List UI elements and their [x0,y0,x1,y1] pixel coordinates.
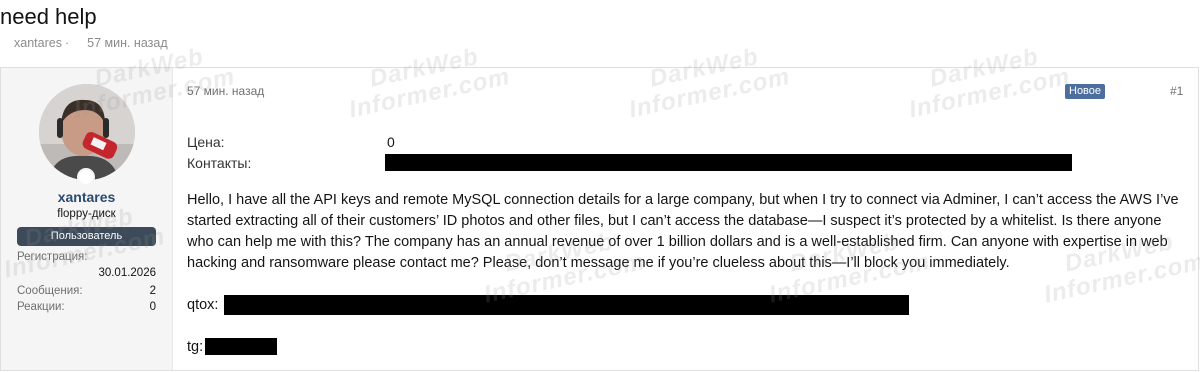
username-link[interactable]: xantares [1,189,172,205]
online-status-icon [77,168,95,186]
contacts-redaction [385,154,1072,171]
stat-messages-value[interactable]: 2 [150,285,156,297]
thread-meta: xantares · 57 мин. назад [14,36,168,50]
price-label: Цена: [187,134,225,150]
thread-time-link[interactable]: 57 мин. назад [87,36,168,50]
thread-header: need help xantares · 57 мин. назад [0,0,1200,60]
thread-author-link[interactable]: xantares [14,36,62,50]
post-number-link[interactable]: #1 [1170,84,1183,98]
post: xantares floppy-диск Пользователь Регист… [0,67,1199,371]
post-date-link[interactable]: 57 мин. назад [187,84,264,98]
post-user-sidebar: xantares floppy-диск Пользователь Регист… [1,68,173,370]
stat-reactions: Реакции: 0 [17,301,156,317]
stat-reactions-label: Реакции: [17,301,65,313]
price-value: 0 [387,134,395,150]
stat-registration-label: Регистрация: [17,251,88,263]
page-title: need help [0,4,97,29]
new-badge: Новое [1065,84,1106,99]
user-banner: Пользователь [17,227,156,246]
stat-registration-value: 30.01.2026 [98,267,156,279]
stat-messages: Сообщения: 2 [17,285,156,301]
meta-separator: · [64,36,70,50]
tg-label: tg: [187,339,204,355]
qtox-label: qtox: [187,297,219,313]
user-stats: Регистрация: 30.01.2026 Сообщения: 2 Реа… [17,251,156,317]
post-body-text: Hello, I have all the API keys and remot… [187,192,1179,271]
tg-redaction [205,338,277,355]
post-main: 57 мин. назад Новое #1 Цена: 0 Контакты:… [173,68,1198,370]
contacts-label: Контакты: [187,155,252,171]
qtox-redaction [224,295,909,315]
user-title: floppy-диск [57,208,116,220]
avatar-image [39,84,135,180]
stat-registration: Регистрация: 30.01.2026 [17,251,156,285]
avatar[interactable] [39,84,135,180]
stat-messages-label: Сообщения: [17,285,83,297]
stat-reactions-value[interactable]: 0 [150,301,156,313]
